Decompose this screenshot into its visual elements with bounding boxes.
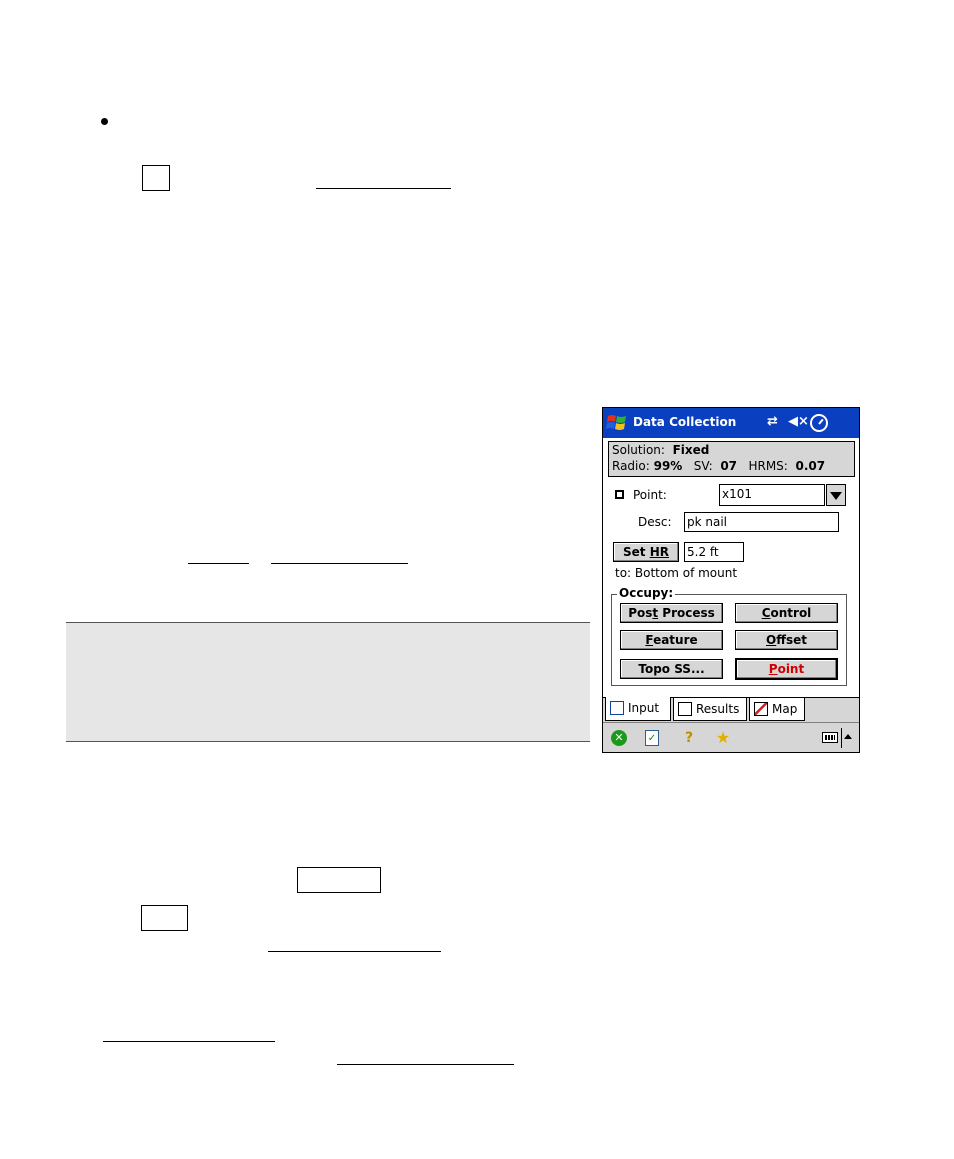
point-label: Point:: [633, 488, 667, 502]
offset-button[interactable]: Offset: [735, 630, 838, 650]
solution-row: Solution: Fixed: [612, 443, 710, 457]
sv-value: 07: [720, 459, 738, 473]
hyperlink-underline-5: [103, 1041, 275, 1042]
key-box-1: [142, 165, 170, 191]
input-menu-arrow-icon[interactable]: [844, 734, 852, 739]
pda-window: Data Collection ⇄ ◀× Solution: Fixed Rad…: [602, 407, 860, 753]
hyperlink-underline-3: [271, 563, 408, 564]
toolbar-separator: [841, 728, 842, 748]
point-button[interactable]: Point: [735, 658, 838, 680]
set-hr-button[interactable]: Set HR: [613, 542, 679, 562]
bottom-toolbar: ✕ ✓ ? ★: [603, 722, 859, 752]
radio-row: Radio: 99% SV: 07 HRMS: 0.07: [612, 459, 826, 473]
hr-input[interactable]: 5.2 ft: [684, 542, 744, 562]
hyperlink-underline-1: [316, 188, 451, 189]
bullet-point: [101, 118, 108, 125]
desc-label: Desc:: [638, 515, 672, 529]
results-tab-icon: [678, 702, 692, 716]
control-button[interactable]: Control: [735, 603, 838, 623]
hrms-value: 0.07: [795, 459, 826, 473]
hr-reference-text: to: Bottom of mount: [615, 566, 738, 580]
tab-bar: Input Results Map: [603, 697, 859, 722]
hyperlink-underline-4: [268, 951, 441, 952]
favorite-star-icon[interactable]: ★: [715, 730, 731, 746]
solution-value: Fixed: [672, 443, 710, 457]
checklist-icon[interactable]: ✓: [645, 730, 659, 746]
key-box-3: [141, 905, 188, 931]
post-process-button[interactable]: Post Process: [620, 603, 723, 623]
close-icon[interactable]: ✕: [611, 730, 627, 746]
connectivity-icon[interactable]: ⇄: [767, 414, 778, 429]
point-status-icon: [615, 490, 624, 499]
windows-start-icon[interactable]: [605, 411, 629, 435]
desc-input[interactable]: pk nail: [684, 512, 839, 532]
point-dropdown-button[interactable]: [826, 484, 846, 506]
tab-input[interactable]: Input: [605, 697, 671, 721]
topo-ss-button[interactable]: Topo SS...: [620, 659, 723, 679]
tab-map[interactable]: Map: [749, 697, 805, 721]
keyboard-icon[interactable]: [822, 732, 838, 743]
input-tab-icon: [610, 701, 624, 715]
key-box-2: [297, 867, 381, 893]
speaker-mute-icon[interactable]: ◀×: [788, 414, 809, 429]
window-title: Data Collection: [633, 415, 737, 429]
point-input[interactable]: x101: [719, 484, 825, 506]
feature-button[interactable]: Feature: [620, 630, 723, 650]
clock-icon[interactable]: [810, 414, 828, 432]
status-panel: Solution: Fixed Radio: 99% SV: 07 HRMS: …: [608, 441, 855, 477]
hyperlink-underline-6: [337, 1064, 514, 1065]
title-bar: Data Collection ⇄ ◀×: [603, 408, 859, 438]
note-box: [66, 622, 590, 742]
tab-results[interactable]: Results: [673, 697, 747, 721]
hyperlink-underline-2: [188, 563, 249, 564]
help-icon[interactable]: ?: [681, 730, 697, 746]
radio-value: 99%: [653, 459, 683, 473]
occupy-label: Occupy:: [617, 586, 676, 600]
map-tab-icon: [754, 702, 768, 716]
